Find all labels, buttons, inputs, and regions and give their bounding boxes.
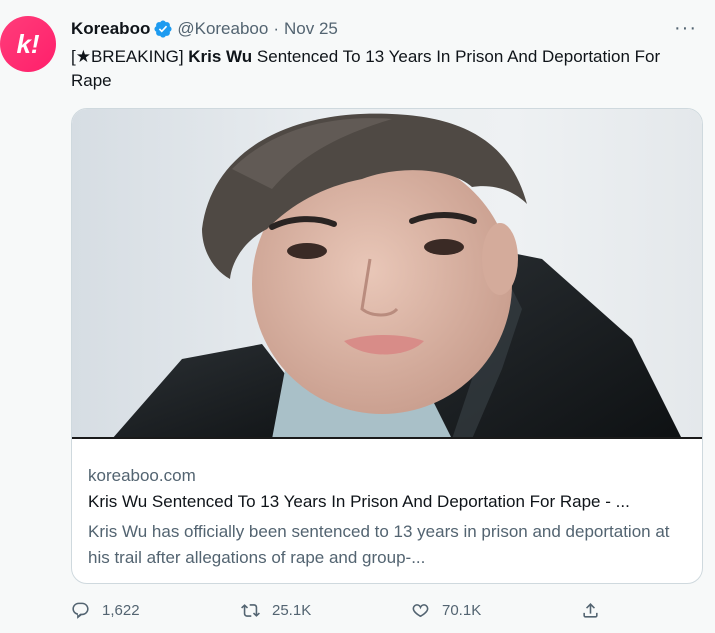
tweet-text: [★BREAKING] Kris Wu Sentenced To 13 Year…	[71, 45, 696, 93]
card-image[interactable]	[72, 109, 702, 439]
more-options-icon[interactable]: ···	[674, 18, 697, 38]
share-icon	[583, 602, 598, 618]
card-title: Kris Wu Sentenced To 13 Years In Prison …	[88, 492, 630, 511]
share-button[interactable]	[581, 601, 600, 620]
card-domain: koreaboo.com	[88, 466, 196, 485]
reply-count: 1,622	[102, 601, 140, 619]
author-handle[interactable]: @Koreaboo	[177, 19, 268, 39]
separator-dot: ·	[273, 19, 280, 38]
tweet-text-prefix: [★BREAKING]	[71, 47, 189, 66]
heart-icon	[412, 603, 429, 617]
reply-button[interactable]: 1,622	[71, 601, 140, 620]
avatar[interactable]: k!	[0, 16, 56, 72]
avatar-logo-text: k!	[16, 28, 40, 59]
card-description: Kris Wu has officially been sentenced to…	[88, 522, 670, 567]
tweet-actions: 1,622 25.1K 70.1K	[71, 595, 611, 625]
verified-badge-icon	[153, 19, 173, 39]
card-photo	[113, 113, 681, 437]
retweet-button[interactable]: 25.1K	[241, 601, 311, 620]
tweet[interactable]: k! Koreaboo @Koreaboo · Nov 25 ··· [★BRE…	[0, 0, 715, 633]
like-count: 70.1K	[442, 601, 482, 619]
tweet-header: Koreaboo @Koreaboo · Nov 25	[71, 19, 695, 39]
link-card[interactable]: koreaboo.com Kris Wu Sentenced To 13 Yea…	[71, 108, 703, 584]
reply-icon	[72, 602, 89, 619]
tweet-text-bold: Kris Wu	[188, 47, 253, 66]
tweet-date[interactable]: Nov 25	[284, 19, 338, 39]
author-name[interactable]: Koreaboo	[71, 19, 150, 39]
like-button[interactable]: 70.1K	[411, 601, 481, 620]
card-info: koreaboo.com Kris Wu Sentenced To 13 Yea…	[72, 466, 702, 571]
retweet-count: 25.1K	[272, 601, 312, 619]
retweet-icon	[241, 603, 260, 617]
